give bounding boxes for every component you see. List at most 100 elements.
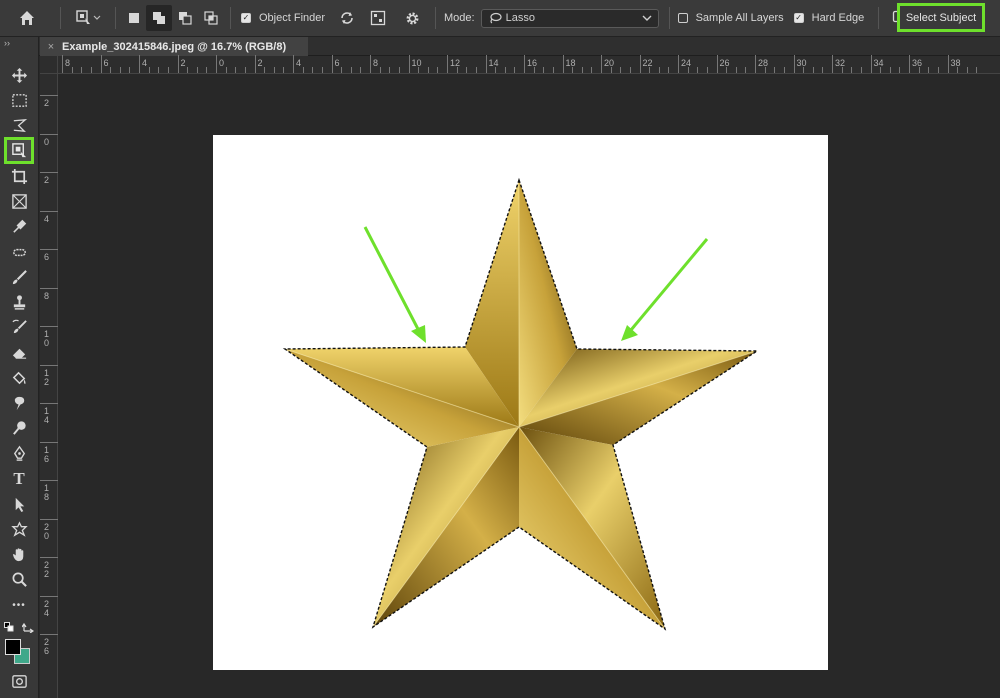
ruler-minor-tick (187, 67, 189, 73)
ruler-minor-tick (456, 67, 458, 73)
add-to-selection-button[interactable] (146, 5, 172, 31)
quick-mask-button[interactable] (6, 670, 32, 693)
ruler-minor-tick (735, 67, 737, 73)
ruler-minor-tick (225, 67, 227, 73)
smudge-tool[interactable] (6, 392, 32, 415)
ruler-major-tick (40, 595, 58, 597)
ruler-minor-tick (129, 67, 131, 73)
checkbox-unchecked-icon (677, 13, 688, 23)
sample-all-layers-checkbox[interactable]: Sample All Layers (676, 0, 792, 37)
ruler-major-tick (601, 55, 602, 73)
show-all-objects-button[interactable] (361, 0, 395, 37)
ruler-major-tick (40, 441, 58, 443)
settings-button[interactable] (395, 0, 429, 37)
type-icon: T (13, 468, 25, 488)
document-canvas[interactable] (213, 135, 828, 670)
ruler-major-tick (370, 55, 371, 73)
ruler-minor-tick (148, 67, 150, 73)
clone-stamp-tool[interactable] (6, 291, 32, 314)
ruler-origin[interactable] (40, 56, 58, 74)
pen-tool[interactable] (6, 442, 32, 465)
ruler-label: 0 (44, 136, 50, 147)
tool-preset-picker[interactable] (67, 0, 109, 37)
ruler-major-tick (40, 634, 58, 635)
checkbox-checked-icon: ✓ (241, 13, 251, 23)
new-selection-button[interactable] (122, 0, 146, 37)
ruler-label: 6 (334, 58, 340, 68)
ruler-label: 36 (912, 58, 923, 68)
ruler-label: 6 (103, 58, 109, 68)
ruler-label: 12 (450, 58, 461, 68)
home-button[interactable] (0, 0, 54, 37)
divider (668, 7, 670, 29)
brush-icon (12, 270, 27, 285)
brush-tool[interactable] (6, 266, 32, 289)
frame-tool[interactable] (6, 190, 32, 213)
ruler-minor-tick (610, 67, 612, 73)
ruler-major-tick (40, 557, 58, 558)
ruler-major-tick (716, 55, 718, 73)
healing-brush-tool[interactable] (6, 241, 32, 264)
hard-edge-checkbox[interactable]: ✓ Hard Edge (792, 0, 873, 37)
move-tool[interactable] (6, 64, 32, 87)
hand-tool[interactable] (6, 543, 32, 566)
ruler-minor-tick (812, 67, 814, 73)
ruler-minor-tick (937, 67, 939, 73)
ruler-minor-tick (360, 67, 362, 73)
path-selection-tool[interactable] (6, 493, 32, 516)
eyedropper-tool[interactable] (6, 215, 32, 238)
ruler-major-tick (216, 55, 217, 73)
ruler-label: 28 (758, 58, 769, 68)
edit-toolbar-button[interactable]: ••• (6, 594, 32, 617)
document-tab[interactable]: × Example_302415846.jpeg @ 16.7% (RGB/8) (40, 37, 308, 56)
close-tab-icon[interactable]: × (40, 41, 62, 53)
object-finder-checkbox[interactable]: ✓ Object Finder (237, 0, 333, 37)
history-brush-tool[interactable] (6, 316, 32, 339)
ruler-label: 26 (719, 58, 730, 68)
horizontal-ruler[interactable]: 8 6 4 2 0 2 4 6 8 10 12 14 16 18 20 22 24 26 28 30 32 34 36 38 (58, 55, 1000, 74)
ruler-label: 24 (44, 598, 50, 618)
swap-colors-icon[interactable] (22, 621, 34, 633)
zoom-tool[interactable] (6, 568, 32, 591)
show-objects-icon (370, 10, 386, 26)
divider (878, 7, 880, 29)
ruler-minor-tick (495, 67, 497, 73)
document-tab-bar: × Example_302415846.jpeg @ 16.7% (RGB/8) (0, 37, 1000, 56)
object-selection-tool[interactable] (4, 137, 34, 164)
dodge-tool[interactable] (6, 417, 32, 440)
refresh-object-finder-button[interactable] (333, 0, 361, 37)
type-tool[interactable]: T (6, 467, 32, 490)
ruler-minor-tick (928, 67, 930, 73)
ruler-label: 10 (44, 329, 50, 348)
vertical-ruler[interactable]: 202468101214161820222426 (40, 74, 58, 698)
ruler-label: 4 (296, 58, 302, 68)
ruler-minor-tick (822, 67, 824, 73)
intersect-selection-button[interactable] (198, 0, 224, 37)
ruler-label: 30 (796, 58, 807, 68)
ruler-minor-tick (110, 67, 112, 73)
ruler-label: 18 (44, 483, 50, 502)
select-subject-button[interactable]: Select Subject (897, 3, 985, 32)
crop-tool[interactable] (6, 165, 32, 188)
ruler-minor-tick (572, 67, 574, 73)
ruler-major-tick (485, 55, 487, 73)
foreground-color-swatch[interactable] (5, 639, 21, 655)
ruler-minor-tick (841, 67, 843, 73)
ruler-minor-tick (418, 67, 420, 73)
ruler-major-tick (139, 55, 140, 73)
mode-dropdown[interactable]: Lasso (480, 8, 659, 28)
ruler-minor-tick (158, 67, 160, 73)
marquee-tool[interactable] (6, 89, 32, 112)
default-colors-icon[interactable] (4, 622, 14, 632)
ruler-label: 14 (44, 406, 50, 425)
object-finder-label: Object Finder (259, 12, 326, 24)
lasso-tool[interactable] (6, 114, 32, 137)
paint-bucket-tool[interactable] (6, 367, 32, 390)
shape-tool[interactable] (6, 518, 32, 541)
eraser-tool[interactable] (6, 341, 32, 364)
ruler-minor-tick (764, 67, 766, 73)
collapse-panel-icon[interactable]: ›› (4, 38, 10, 48)
ruler-label: 4 (142, 58, 148, 68)
new-selection-icon (129, 13, 139, 23)
subtract-selection-button[interactable] (172, 0, 198, 37)
